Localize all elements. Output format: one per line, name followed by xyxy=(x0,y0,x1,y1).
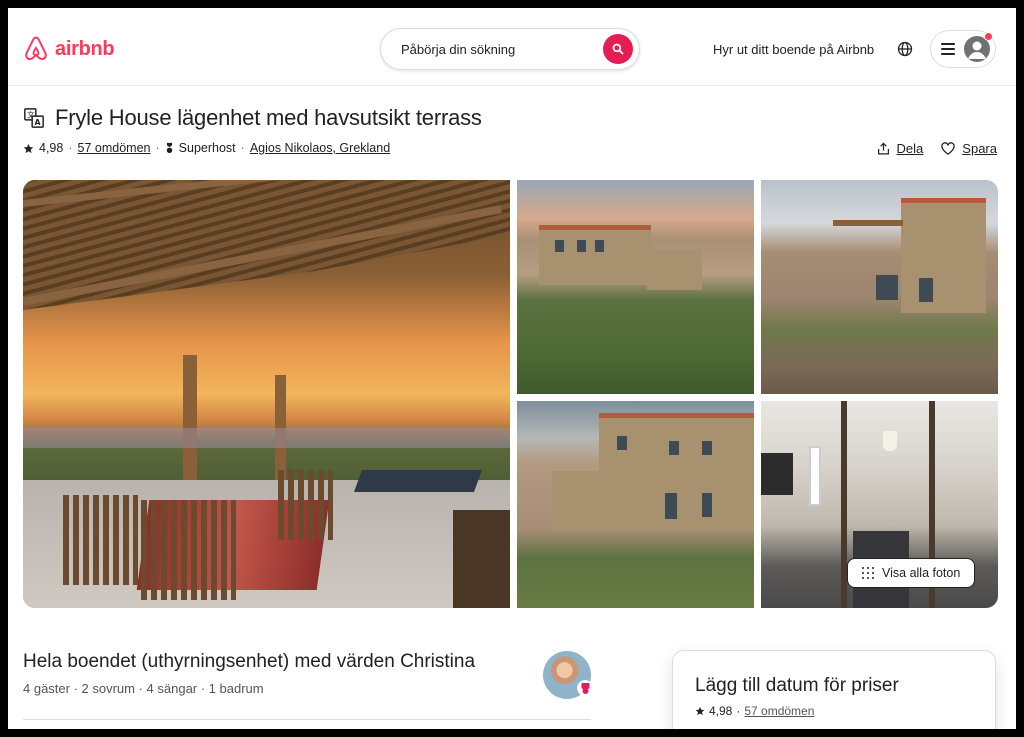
photo-house-exterior-3[interactable] xyxy=(517,401,754,608)
superhost-icon xyxy=(166,142,172,154)
save-button[interactable]: Spara xyxy=(941,141,997,156)
photo-gallery xyxy=(23,180,998,608)
search-bar[interactable]: Påbörja din sökning xyxy=(380,28,640,70)
show-all-photos-button[interactable]: Visa alla foton xyxy=(847,558,976,588)
host-section-details: 4 gäster · 2 sovrum · 4 sängar · 1 badru… xyxy=(23,681,264,696)
rating-value: 4,98 xyxy=(39,141,64,155)
star-icon xyxy=(695,706,705,716)
share-label: Dela xyxy=(896,141,924,156)
become-host-link[interactable]: Hyr ut ditt boende på Airbnb xyxy=(713,42,874,57)
menu-icon xyxy=(941,43,955,55)
airbnb-listing-page: airbnb Påbörja din sökning Hyr ut ditt b… xyxy=(8,8,1016,729)
price-card-rating: 4,98 · 57 omdömen xyxy=(695,704,814,718)
search-button[interactable] xyxy=(603,34,633,64)
main-photo-terrace[interactable] xyxy=(23,180,510,608)
logo-text: airbnb xyxy=(55,37,115,60)
globe-icon[interactable] xyxy=(897,41,913,57)
grid-dots-icon xyxy=(862,567,874,579)
price-card-reviews-link[interactable]: 57 omdömen xyxy=(744,704,814,718)
share-icon xyxy=(877,141,889,154)
star-icon xyxy=(23,143,34,153)
booking-price-card: Lägg till datum för priser 4,98 · 57 omd… xyxy=(672,650,996,729)
superhost-label: Superhost xyxy=(178,141,236,155)
show-all-photos-label: Visa alla foton xyxy=(882,566,961,580)
share-button[interactable]: Dela xyxy=(877,141,924,156)
save-label: Spara xyxy=(962,141,997,156)
price-card-title: Lägg till datum för priser xyxy=(695,675,899,696)
search-icon xyxy=(612,43,624,55)
translate-icon[interactable]: 文 A xyxy=(23,107,45,129)
airbnb-logo-icon xyxy=(25,36,47,61)
location-link[interactable]: Agios Nikolaos, Grekland xyxy=(250,141,390,155)
photo-house-exterior-2[interactable] xyxy=(761,180,998,394)
price-card-rating-value: 4,98 xyxy=(709,704,733,718)
notification-dot xyxy=(984,32,993,41)
listing-actions: Dela Spara xyxy=(877,141,997,156)
search-placeholder: Påbörja din sökning xyxy=(401,41,516,57)
reviews-link[interactable]: 57 omdömen xyxy=(78,141,151,155)
heart-icon xyxy=(941,142,956,155)
top-header: airbnb Påbörja din sökning Hyr ut ditt b… xyxy=(8,8,1016,86)
listing-title-row: 文 A Fryle House lägenhet med havsutsikt … xyxy=(23,105,482,131)
listing-meta: 4,98 · 57 omdömen · Superhost · Agios Ni… xyxy=(23,141,390,155)
superhost-badge-icon xyxy=(577,680,593,696)
listing-title: Fryle House lägenhet med havsutsikt terr… xyxy=(55,105,482,130)
svg-text:A: A xyxy=(35,118,41,127)
section-divider xyxy=(23,719,591,720)
host-section-title: Hela boendet (uthyrningsenhet) med värde… xyxy=(23,651,476,672)
photo-house-exterior-1[interactable] xyxy=(517,180,754,394)
airbnb-logo[interactable]: airbnb xyxy=(23,35,115,63)
